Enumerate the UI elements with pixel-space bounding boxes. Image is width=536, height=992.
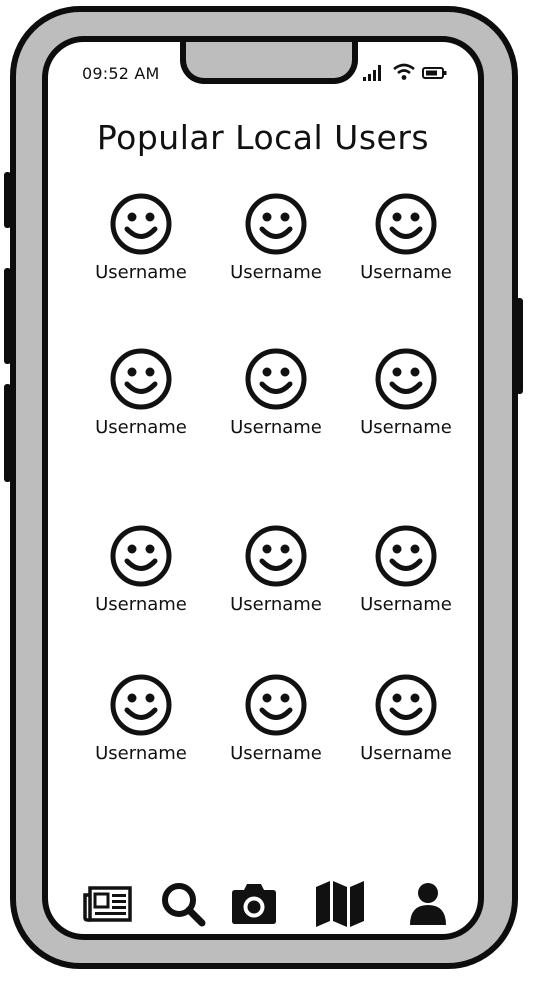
- bottom-nav: [48, 876, 478, 934]
- smiley-avatar-icon: [245, 193, 307, 255]
- user-card[interactable]: Username: [81, 673, 201, 764]
- smiley-avatar-icon: [110, 348, 172, 410]
- nav-news-button[interactable]: [78, 876, 138, 932]
- user-card[interactable]: Username: [216, 524, 336, 615]
- username-label: Username: [360, 743, 452, 764]
- username-label: Username: [230, 743, 322, 764]
- username-label: Username: [95, 594, 187, 615]
- page-title: Popular Local Users: [96, 118, 430, 157]
- user-card[interactable]: Username: [81, 524, 201, 615]
- username-label: Username: [230, 594, 322, 615]
- smiley-avatar-icon: [245, 348, 307, 410]
- username-label: Username: [360, 594, 452, 615]
- nav-map-button[interactable]: [310, 876, 370, 932]
- phone-side-button: [4, 268, 11, 364]
- wifi-icon: [393, 63, 415, 80]
- user-card[interactable]: Username: [216, 347, 336, 438]
- phone-screen: 09:52 AM Popular Local Users Username Us…: [42, 36, 484, 940]
- status-icons: [362, 62, 452, 82]
- nav-camera-button[interactable]: [224, 876, 284, 932]
- username-label: Username: [360, 262, 452, 283]
- smiley-avatar-icon: [375, 193, 437, 255]
- smiley-avatar-icon: [375, 674, 437, 736]
- user-card[interactable]: Username: [346, 673, 466, 764]
- camera-icon: [232, 884, 276, 924]
- username-label: Username: [95, 743, 187, 764]
- phone-side-button: [4, 384, 11, 482]
- smiley-avatar-icon: [375, 348, 437, 410]
- smiley-avatar-icon: [110, 525, 172, 587]
- cellular-signal-icon: [363, 65, 381, 81]
- user-card[interactable]: Username: [216, 673, 336, 764]
- username-label: Username: [230, 417, 322, 438]
- user-card[interactable]: Username: [216, 192, 336, 283]
- user-card[interactable]: Username: [346, 524, 466, 615]
- smiley-avatar-icon: [245, 674, 307, 736]
- user-card[interactable]: Username: [346, 192, 466, 283]
- search-icon: [162, 883, 206, 927]
- user-card[interactable]: Username: [81, 347, 201, 438]
- user-card[interactable]: Username: [346, 347, 466, 438]
- map-icon: [316, 881, 364, 927]
- username-label: Username: [95, 262, 187, 283]
- username-label: Username: [230, 262, 322, 283]
- nav-search-button[interactable]: [153, 876, 213, 932]
- username-label: Username: [95, 417, 187, 438]
- camera-notch: [180, 42, 358, 84]
- smiley-avatar-icon: [245, 525, 307, 587]
- nav-profile-button[interactable]: [398, 876, 458, 932]
- status-time: 09:52 AM: [82, 64, 160, 83]
- battery-icon: [422, 67, 447, 79]
- smiley-avatar-icon: [110, 193, 172, 255]
- smiley-avatar-icon: [110, 674, 172, 736]
- smiley-avatar-icon: [375, 525, 437, 587]
- user-card[interactable]: Username: [81, 192, 201, 283]
- phone-side-button: [516, 298, 523, 394]
- username-label: Username: [360, 417, 452, 438]
- phone-side-button: [4, 172, 11, 228]
- profile-icon: [410, 883, 446, 925]
- newspaper-icon: [83, 886, 132, 922]
